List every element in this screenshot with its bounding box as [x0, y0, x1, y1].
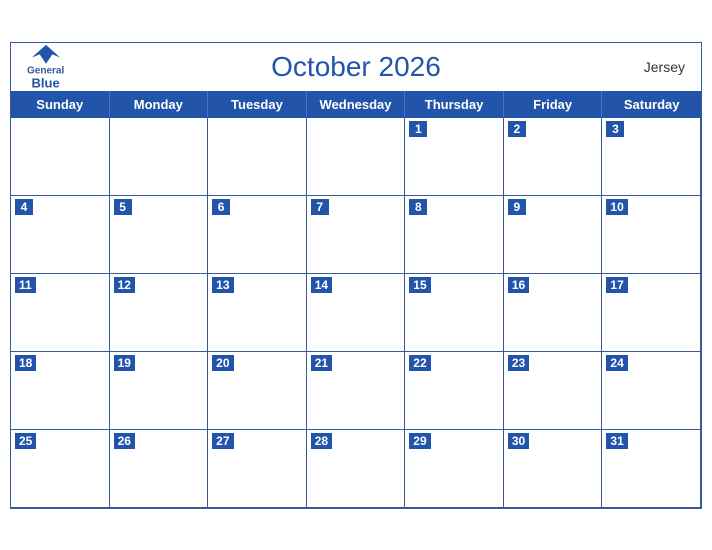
day-number: 31 — [606, 433, 627, 449]
day-number: 25 — [15, 433, 36, 449]
header-saturday: Saturday — [602, 91, 701, 118]
day-cell-9: 9 — [504, 196, 603, 274]
day-cell-21: 21 — [307, 352, 406, 430]
day-cell-19: 19 — [110, 352, 209, 430]
header-monday: Monday — [110, 91, 209, 118]
day-number: 30 — [508, 433, 529, 449]
header-tuesday: Tuesday — [208, 91, 307, 118]
day-number: 26 — [114, 433, 135, 449]
day-cell-15: 15 — [405, 274, 504, 352]
day-cell-12: 12 — [110, 274, 209, 352]
day-number: 1 — [409, 121, 427, 137]
day-cell-24: 24 — [602, 352, 701, 430]
day-number: 29 — [409, 433, 430, 449]
day-cell-2: 2 — [504, 118, 603, 196]
day-cell-16: 16 — [504, 274, 603, 352]
day-cell-8: 8 — [405, 196, 504, 274]
day-cell-empty — [110, 118, 209, 196]
day-cell-20: 20 — [208, 352, 307, 430]
header-friday: Friday — [504, 91, 603, 118]
calendar-title: October 2026 — [271, 51, 441, 83]
logo: General Blue — [27, 43, 64, 90]
day-number: 15 — [409, 277, 430, 293]
day-number: 23 — [508, 355, 529, 371]
calendar-grid: 1234567891011121314151617181920212223242… — [11, 118, 701, 508]
day-number: 11 — [15, 277, 36, 293]
calendar: General Blue October 2026 Jersey Sunday … — [10, 42, 702, 509]
day-cell-18: 18 — [11, 352, 110, 430]
day-number: 27 — [212, 433, 233, 449]
day-cell-empty — [307, 118, 406, 196]
day-cell-23: 23 — [504, 352, 603, 430]
day-number: 10 — [606, 199, 627, 215]
day-number: 9 — [508, 199, 526, 215]
day-number: 20 — [212, 355, 233, 371]
day-cell-13: 13 — [208, 274, 307, 352]
day-cell-1: 1 — [405, 118, 504, 196]
day-cell-4: 4 — [11, 196, 110, 274]
day-number: 12 — [114, 277, 135, 293]
day-number: 4 — [15, 199, 33, 215]
day-cell-empty — [208, 118, 307, 196]
day-cell-22: 22 — [405, 352, 504, 430]
day-number: 8 — [409, 199, 427, 215]
day-number: 13 — [212, 277, 233, 293]
day-number: 7 — [311, 199, 329, 215]
logo-blue: Blue — [32, 76, 60, 90]
day-cell-14: 14 — [307, 274, 406, 352]
day-number: 19 — [114, 355, 135, 371]
header-sunday: Sunday — [11, 91, 110, 118]
country-label: Jersey — [644, 59, 685, 75]
day-number: 5 — [114, 199, 132, 215]
day-number: 16 — [508, 277, 529, 293]
logo-icon — [30, 43, 62, 65]
day-number: 18 — [15, 355, 36, 371]
day-number: 24 — [606, 355, 627, 371]
day-cell-6: 6 — [208, 196, 307, 274]
header-thursday: Thursday — [405, 91, 504, 118]
day-cell-7: 7 — [307, 196, 406, 274]
day-cell-5: 5 — [110, 196, 209, 274]
day-number: 2 — [508, 121, 526, 137]
day-cell-30: 30 — [504, 430, 603, 508]
calendar-header: General Blue October 2026 Jersey — [11, 43, 701, 91]
day-number: 17 — [606, 277, 627, 293]
day-cell-3: 3 — [602, 118, 701, 196]
day-cell-31: 31 — [602, 430, 701, 508]
day-number: 28 — [311, 433, 332, 449]
day-number: 14 — [311, 277, 332, 293]
day-number: 3 — [606, 121, 624, 137]
header-wednesday: Wednesday — [307, 91, 406, 118]
day-cell-empty — [11, 118, 110, 196]
day-cell-27: 27 — [208, 430, 307, 508]
day-cell-26: 26 — [110, 430, 209, 508]
day-cell-28: 28 — [307, 430, 406, 508]
day-headers: Sunday Monday Tuesday Wednesday Thursday… — [11, 91, 701, 118]
day-number: 6 — [212, 199, 230, 215]
day-cell-25: 25 — [11, 430, 110, 508]
day-number: 22 — [409, 355, 430, 371]
day-number: 21 — [311, 355, 332, 371]
day-cell-11: 11 — [11, 274, 110, 352]
day-cell-29: 29 — [405, 430, 504, 508]
day-cell-17: 17 — [602, 274, 701, 352]
day-cell-10: 10 — [602, 196, 701, 274]
